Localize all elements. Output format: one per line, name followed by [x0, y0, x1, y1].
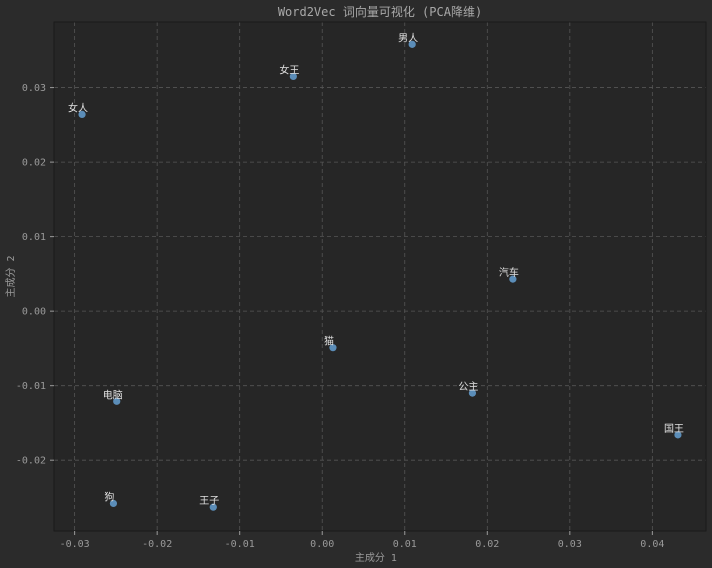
y-tick-label: 0.03	[22, 83, 46, 94]
x-tick-label: -0.01	[225, 539, 255, 550]
x-tick-label: 0.01	[393, 539, 417, 550]
y-tick-label: 0.01	[22, 232, 46, 243]
x-tick-label: 0.03	[558, 539, 582, 550]
point-label: 猫	[324, 335, 334, 348]
y-tick-label: 0.00	[22, 307, 46, 318]
x-tick-label: 0.04	[640, 539, 664, 550]
point-label: 王子	[199, 495, 219, 507]
point-label: 国王	[664, 423, 684, 435]
x-tick-label: -0.03	[60, 539, 90, 550]
scatter-chart: -0.03 -0.02 -0.01 0.00 0.01 0.02 0.03 0.04 -0.0…	[0, 0, 712, 568]
y-tick-label: -0.01	[16, 381, 46, 392]
y-tick-label: -0.02	[16, 456, 46, 467]
point-label: 男人	[398, 32, 418, 44]
x-tick-label: 0.02	[475, 539, 499, 550]
x-axis-label: 主成分 1	[355, 552, 397, 564]
y-axis-label: 主成分 2	[5, 255, 17, 297]
y-tick-label: 0.02	[22, 158, 46, 169]
plot-area	[54, 22, 706, 531]
point-label: 女人	[68, 101, 88, 114]
x-tick-label: -0.02	[142, 539, 172, 550]
point-label: 公主	[458, 381, 478, 393]
point-label: 女王	[279, 63, 299, 76]
x-tick-label: 0.00	[310, 539, 334, 550]
point-label: 汽车	[499, 266, 519, 279]
point-label: 狗	[104, 490, 114, 503]
chart-title: Word2Vec 词向量可视化 (PCA降维)	[278, 4, 482, 19]
point-label: 电脑	[103, 388, 123, 401]
